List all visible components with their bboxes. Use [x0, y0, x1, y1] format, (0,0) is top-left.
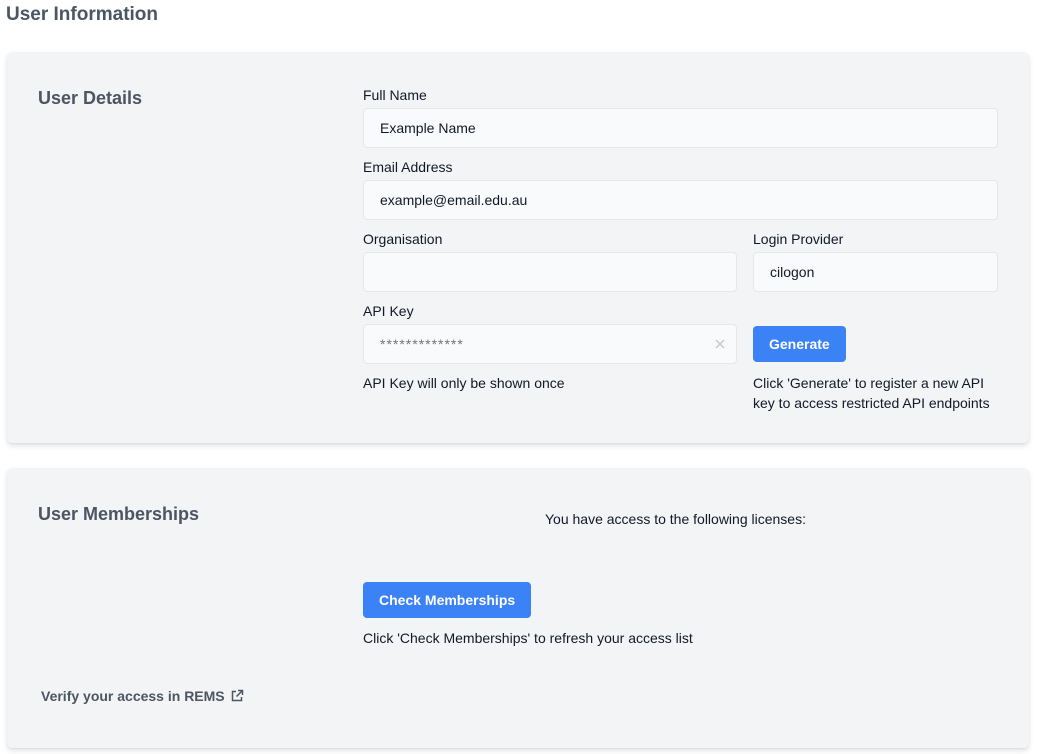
login-provider-label: Login Provider: [753, 231, 844, 247]
user-details-card: User Details Full Name Email Address Org…: [7, 52, 1029, 443]
api-key-helper: API Key will only be shown once: [363, 375, 565, 391]
generate-helper: Click 'Generate' to register a new API k…: [753, 375, 990, 411]
close-x-icon[interactable]: [713, 337, 727, 351]
generate-button[interactable]: Generate: [753, 326, 846, 362]
login-provider-field[interactable]: [753, 252, 998, 292]
access-licenses-text: You have access to the following license…: [545, 511, 806, 527]
email-label: Email Address: [363, 159, 453, 175]
email-field[interactable]: [363, 180, 998, 220]
api-key-label: API Key: [363, 303, 414, 319]
user-details-title: User Details: [38, 88, 143, 108]
full-name-field[interactable]: [363, 108, 998, 148]
verify-rems-label: Verify your access in REMS: [41, 688, 225, 704]
organisation-label: Organisation: [363, 231, 443, 247]
page-title: User Information: [6, 4, 159, 25]
user-memberships-title: User Memberships: [38, 504, 200, 524]
check-memberships-helper: Click 'Check Memberships' to refresh you…: [363, 630, 693, 646]
user-memberships-card: User Memberships You have access to the …: [7, 468, 1029, 748]
organisation-field[interactable]: [363, 252, 737, 292]
external-link-icon: [230, 689, 244, 703]
full-name-label: Full Name: [363, 87, 427, 103]
verify-rems-link[interactable]: Verify your access in REMS: [41, 688, 244, 704]
api-key-field[interactable]: [363, 324, 737, 364]
check-memberships-button[interactable]: Check Memberships: [363, 582, 532, 618]
